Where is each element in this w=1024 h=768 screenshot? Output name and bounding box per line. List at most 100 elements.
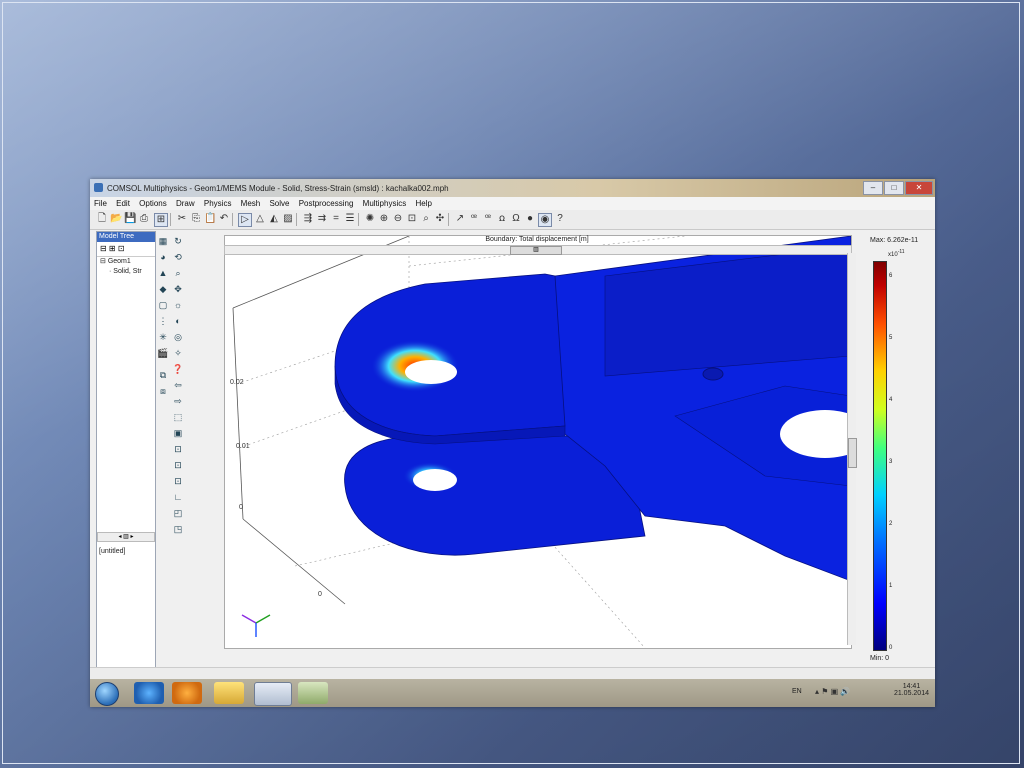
axes-icon[interactable]: ✣ [434,213,446,225]
model-tree-tools[interactable]: ⊟ ⊞ ⊡ [97,242,155,257]
view-3d-icon[interactable]: ⬚ [172,411,184,423]
tray-icons[interactable]: ▴ ⚑ ▣ 🔊 [815,687,850,696]
menu-physics[interactable]: Physics [200,197,235,208]
view-zx-icon[interactable]: ⊡ [172,475,184,487]
solve-icon[interactable]: ⇶ [302,213,314,225]
select-boundary-icon[interactable]: ꟹ [482,213,494,225]
omega-icon[interactable]: Ω [510,213,522,225]
question-icon[interactable]: ❓ [172,363,184,375]
displacement-plot [232,236,851,648]
block-icon[interactable]: ▲ [157,267,169,279]
plot-vertical-scrollbar[interactable] [847,253,857,645]
select-icon[interactable]: ↗ [454,213,466,225]
colorbar-max-label: Max: 6.262e-11 [870,237,919,244]
orbit-icon[interactable]: ⟲ [172,251,184,263]
colorbar-exponent: x10-11 [888,249,905,258]
camera-icon[interactable]: ◰ [172,507,184,519]
menu-options[interactable]: Options [135,197,170,208]
menu-edit[interactable]: Edit [112,197,133,208]
copy-icon[interactable]: ⎘ [190,213,202,225]
model-tree-header: Model Tree [97,232,155,242]
back-arrow-icon[interactable]: ⇦ [172,379,184,391]
equal-icon[interactable]: = [330,213,342,225]
menu-file[interactable]: File [90,197,110,208]
colorbar-tick: 4 [889,397,893,403]
solver-parameters-icon[interactable]: ☰ [344,213,356,225]
menu-multiphysics[interactable]: Multiphysics [359,197,410,208]
color-icon[interactable]: ◎ [172,331,184,343]
menu-help[interactable]: Help [411,197,434,208]
plot-vertical-scroll-thumb[interactable] [848,438,857,468]
draw-mode-icon[interactable]: ▷ [238,213,252,227]
maximize-button[interactable]: □ [884,181,904,195]
copy-geometry-icon[interactable]: ⧉ [157,369,169,381]
save-icon[interactable]: 💾 [124,213,136,225]
paste-icon[interactable]: 📋 [204,213,216,225]
menu-postprocessing[interactable]: Postprocessing [295,197,357,208]
paint-icon[interactable] [298,682,328,704]
colorbar [873,261,887,651]
undo-icon[interactable]: ↶ [218,213,230,225]
ie-icon[interactable] [134,682,164,704]
scene-light-icon[interactable]: ◉ [538,213,552,227]
select-subdomain-icon[interactable]: ꟹ [468,213,480,225]
zoom-in-icon[interactable]: ⊕ [378,213,390,225]
model-tree-toggle-icon[interactable]: ⊞ [154,213,168,227]
animation-icon[interactable]: 🎬 [157,347,169,359]
zoom-window-icon[interactable]: ⊡ [406,213,418,225]
reset-view-icon[interactable]: ◳ [172,523,184,535]
axis-tick-label: 0.01 [236,443,250,450]
plot-scroll-thumb[interactable]: ▥ [510,246,562,255]
explorer-icon[interactable] [214,682,244,704]
work-plane-icon[interactable]: ▢ [157,299,169,311]
menu-solve[interactable]: Solve [265,197,292,208]
language-indicator[interactable]: EN [792,688,802,695]
clock[interactable]: 14:41 21.05.2014 [894,683,929,697]
new-file-icon[interactable]: 🗋 [96,213,108,225]
minimize-button[interactable]: – [863,181,883,195]
close-button[interactable]: ✕ [905,181,933,195]
box-icon[interactable]: ▣ [172,427,184,439]
print-icon[interactable]: ⎙ [138,213,150,225]
axis-view-icon[interactable]: ∟ [172,491,184,503]
comsol-app-icon [94,183,103,192]
start-button[interactable] [95,682,119,706]
media-player-icon[interactable] [172,682,202,704]
rotate-icon[interactable]: ↻ [172,235,184,247]
cut-icon[interactable]: ✂ [176,213,188,225]
select-edge-icon[interactable]: ꭥ [496,213,508,225]
zoom-icon[interactable]: ⌕ [172,267,184,279]
view-xy-icon[interactable]: ⊡ [172,443,184,455]
array-icon[interactable]: ✳ [157,331,169,343]
open-file-icon[interactable]: 📂 [110,213,122,225]
tree-item-geom1[interactable]: ⊟ Geom1 [97,257,155,267]
sphere-icon[interactable]: ● [524,213,536,225]
refine-mesh-icon[interactable]: ▨ [282,213,294,225]
tree-horizontal-scrollbar[interactable]: ◂ ▥ ▸ [97,532,155,542]
grid-icon[interactable]: ⋮ [157,315,169,327]
zoom-extents-icon[interactable]: ⌕ [420,213,432,225]
menu-draw[interactable]: Draw [172,197,198,208]
transparency-icon[interactable]: ◐ [172,315,184,327]
wireframe-icon[interactable]: ✧ [172,347,184,359]
restart-icon[interactable]: ⇉ [316,213,328,225]
cylinder-icon[interactable]: ◆ [157,283,169,295]
window-title: COMSOL Multiphysics - Geom1/MEMS Module … [107,184,449,193]
comsol-taskbar-icon[interactable] [254,682,292,706]
view-yz-icon[interactable]: ⊡ [172,459,184,471]
forward-arrow-icon[interactable]: ⇨ [172,395,184,407]
plot-canvas[interactable] [224,235,852,649]
tree-item-solid[interactable]: · Solid, Str [97,267,155,277]
menu-mesh[interactable]: Mesh [237,197,264,208]
move-icon[interactable]: ✥ [172,283,184,295]
ellipse-icon[interactable]: ◕ [157,251,169,263]
rectangle-icon[interactable]: ▦ [157,235,169,247]
plot-icon[interactable]: ✺ [364,213,376,225]
plot-horizontal-scrollbar[interactable]: ▥ [224,245,852,255]
mesh-icon[interactable]: ◭ [268,213,280,225]
zoom-out-icon[interactable]: ⊖ [392,213,404,225]
triangle-mesh-icon[interactable]: △ [254,213,266,225]
light-icon[interactable]: ☼ [172,299,184,311]
duplicate-icon[interactable]: ⧈ [157,385,169,397]
help-icon[interactable]: ? [554,213,566,225]
